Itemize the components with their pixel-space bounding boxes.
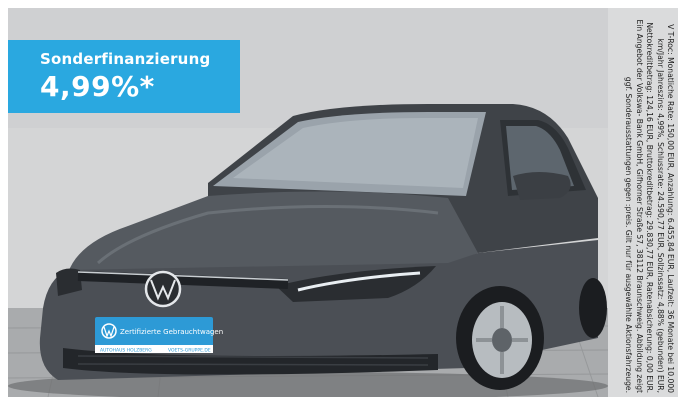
- disclaimer-text: V T-Roc: Monatliche Rate: 150,00 EUR, An…: [624, 19, 675, 393]
- promo-badge: Sonderfinanzierung 4,99%*: [8, 40, 240, 113]
- disclaimer-panel: V T-Roc: Monatliche Rate: 150,00 EUR, An…: [608, 8, 678, 397]
- promo-rate: 4,99%*: [40, 70, 155, 103]
- ad-banner: Zertifizierte Gebrauchtwagen AUTOHAUS HO…: [0, 0, 685, 401]
- plate-title: Zertifizierte Gebrauchtwagen: [120, 328, 223, 336]
- dealer-plate: Zertifizierte Gebrauchtwagen AUTOHAUS HO…: [95, 317, 223, 354]
- plate-dealer-right: VOETS-GRUPPE.DE: [168, 348, 211, 354]
- plate-dealer-left: AUTOHAUS HOLZBERG: [100, 348, 152, 354]
- promo-label: Sonderfinanzierung: [40, 50, 211, 68]
